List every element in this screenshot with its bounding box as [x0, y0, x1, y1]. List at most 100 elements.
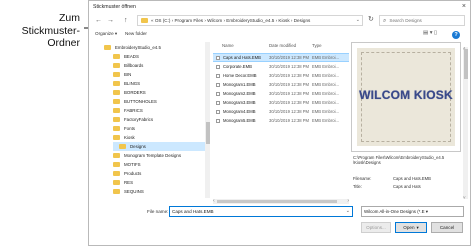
file-type: EMB Embroi...: [312, 73, 339, 78]
file-type: EMB Embroi...: [312, 64, 339, 69]
filename-input[interactable]: Caps and Hats.EMB ⌄: [169, 206, 353, 217]
options-button[interactable]: Options...: [361, 222, 391, 233]
file-type: EMB Embroi...: [312, 109, 339, 114]
view-options-icon[interactable]: ▤ ▾ ▯: [423, 30, 437, 36]
back-arrow-icon[interactable]: ←: [95, 16, 102, 25]
sidebar-item-sequins[interactable]: SEQUINS: [113, 187, 205, 196]
search-input[interactable]: [389, 18, 460, 23]
sidebar-item-buttonholes[interactable]: BUTTONHOLES: [113, 97, 205, 106]
sidebar-item-fabrics[interactable]: FABRICS: [113, 106, 205, 115]
scrollbar-thumb[interactable]: [205, 122, 210, 144]
scroll-right-icon[interactable]: ›: [347, 198, 349, 204]
folder-icon: [113, 108, 120, 113]
preview-design-text: WILCOM KIOSK: [359, 88, 453, 102]
sidebar-item-designs[interactable]: Designs: [113, 142, 205, 151]
close-icon[interactable]: ×: [462, 2, 466, 11]
help-icon[interactable]: ?: [452, 31, 460, 39]
folder-icon: [113, 180, 120, 185]
column-header-date[interactable]: Date modified: [269, 43, 296, 48]
preview-title-row: Title: Caps and Hats: [353, 184, 421, 189]
file-row[interactable]: Corporate.EMB 30/10/2019 12:38 PM EMB Embr…: [213, 63, 349, 70]
sidebar-item-res[interactable]: RES: [113, 178, 205, 187]
preview-filename-row: Filename: Caps and Hats.EMB: [353, 176, 431, 181]
file-row[interactable]: Caps and Hats.EMB 30/10/2019 12:38 PM EMB …: [213, 53, 349, 62]
address-path: « OS (C:) › Program Files › Wilcom › Emb…: [151, 18, 311, 23]
search-box[interactable]: ⌕: [379, 15, 465, 26]
new-folder-button[interactable]: New folder: [125, 31, 147, 36]
preview-path-line: \Kiosk\Designs: [353, 160, 381, 166]
sidebar-item-billboards[interactable]: Billboards: [113, 61, 205, 70]
sidebar-item-bin[interactable]: BIN: [113, 70, 205, 79]
sidebar-item-beads[interactable]: BEADS: [113, 52, 205, 61]
cancel-button[interactable]: Cancel: [431, 222, 463, 233]
file-row[interactable]: Monogram2.EMB 30/10/2019 12:38 PM EMB Embr…: [213, 90, 349, 97]
sidebar-item-label: Billboards: [124, 63, 144, 68]
sidebar-item-label: BLINGS: [124, 81, 141, 86]
sidebar-item-borders[interactable]: BORDERS: [113, 88, 205, 97]
folder-icon: [104, 45, 111, 50]
file-icon: [216, 118, 220, 123]
organize-button[interactable]: Organize ▾: [95, 31, 117, 37]
scroll-down-icon[interactable]: ˅: [463, 195, 466, 200]
sidebar-item-kiosk[interactable]: Kiosk: [113, 133, 205, 142]
column-header-type[interactable]: Type: [312, 43, 322, 48]
sidebar-item-label: BORDERS: [124, 90, 146, 95]
preview-pane: WILCOM KIOSK C:\Program Files\Wilcom\Emb…: [351, 42, 469, 204]
property-label: Filename:: [353, 176, 372, 181]
file-type-filter[interactable]: Wilcom All-in-One Designs (*.E ▾: [361, 206, 464, 217]
open-button[interactable]: Open ▾: [395, 222, 427, 233]
title-bar: Stickmuster öffnen ×: [89, 1, 470, 12]
file-date: 30/10/2019 12:38 PM: [269, 64, 310, 69]
preview-scrollbar[interactable]: ˄ ˅: [463, 46, 468, 200]
preview-path: C:\Program Files\Wilcom\EmbroideryStudio…: [353, 155, 463, 166]
file-row[interactable]: Monogram1.EMB 30/10/2019 12:38 PM EMB Embr…: [213, 81, 349, 88]
folder-icon: [113, 99, 120, 104]
folder-icon: [113, 135, 120, 140]
scrollbar-thumb[interactable]: [217, 200, 337, 203]
chevron-down-icon[interactable]: ⌄: [356, 17, 360, 23]
callout-line-3: Ordner: [47, 37, 80, 49]
column-header-name[interactable]: Name: [222, 43, 234, 48]
folder-icon: [113, 72, 120, 77]
file-date: 30/10/2019 12:38 PM: [269, 118, 310, 123]
sidebar-item-fonts[interactable]: Fonts: [113, 124, 205, 133]
sidebar-item-monogram-templates[interactable]: Monogram Template Designs: [113, 151, 205, 160]
sidebar-item-products[interactable]: Products: [113, 169, 205, 178]
file-list-scrollbar[interactable]: ‹ ›: [213, 198, 349, 204]
file-icon: [216, 64, 220, 69]
folder-tree-scrollbar[interactable]: [205, 42, 210, 198]
sidebar-item-factoryfabrics[interactable]: FactoryFabrics: [113, 115, 205, 124]
callout-line-2: Stickmuster-: [21, 24, 80, 37]
options-label: Options...: [366, 225, 386, 230]
callout-label: Zum Stickmuster- Ordner: [0, 12, 80, 50]
folder-icon: [113, 153, 120, 158]
sidebar-item-label: Designs: [130, 144, 146, 149]
sidebar-item-label: Products: [124, 171, 142, 176]
open-label: Open: [403, 225, 415, 230]
scrollbar-thumb[interactable]: [463, 49, 468, 79]
folder-icon: [113, 81, 120, 86]
file-name: Monogram1.EMB: [223, 82, 256, 87]
address-bar[interactable]: « OS (C:) › Program Files › Wilcom › Emb…: [137, 15, 363, 26]
forward-arrow-icon[interactable]: →: [107, 16, 114, 25]
up-arrow-icon[interactable]: ↑: [124, 16, 128, 25]
cancel-label: Cancel: [439, 225, 455, 230]
property-value: Caps and Hats.EMB: [393, 176, 431, 181]
filename-label: File name:: [147, 209, 169, 214]
sidebar-item-blings[interactable]: BLINGS: [113, 79, 205, 88]
window-title: Stickmuster öffnen: [93, 3, 136, 10]
file-row[interactable]: Home Decor.EMB 30/10/2019 12:38 PM EMB Emb…: [213, 72, 349, 79]
file-row[interactable]: Monogram4.EMB 30/10/2019 12:38 PM EMB Embr…: [213, 108, 349, 115]
chevron-down-icon[interactable]: ⌄: [346, 208, 350, 214]
sidebar-item-embroiderystudio[interactable]: EmbroideryStudio_e4.5: [104, 43, 204, 52]
chevron-down-icon[interactable]: ▾: [417, 225, 419, 230]
sidebar-item-motifs[interactable]: MOTIFS: [113, 160, 205, 169]
scroll-left-icon[interactable]: ‹: [213, 198, 215, 204]
file-date: 30/10/2019 12:38 PM: [269, 109, 310, 114]
file-type: EMB Embroi...: [312, 100, 339, 105]
sidebar-item-label: Fonts: [124, 126, 135, 131]
refresh-icon[interactable]: ↻: [368, 15, 374, 25]
file-row[interactable]: Monogram5.EMB 30/10/2019 12:38 PM EMB Embr…: [213, 117, 349, 124]
property-label: Title:: [353, 184, 362, 189]
file-row[interactable]: Monogram3.EMB 30/10/2019 12:38 PM EMB Embr…: [213, 99, 349, 106]
